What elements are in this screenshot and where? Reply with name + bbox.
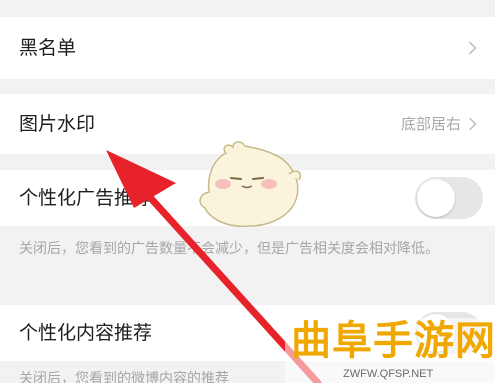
watermark-url: ZWFW.QFSP.NET bbox=[343, 368, 434, 380]
watermark-title: 曲阜手游网 bbox=[291, 317, 495, 364]
site-watermark: 曲阜手游网 ZWFW.QFSP.NET bbox=[285, 318, 495, 383]
